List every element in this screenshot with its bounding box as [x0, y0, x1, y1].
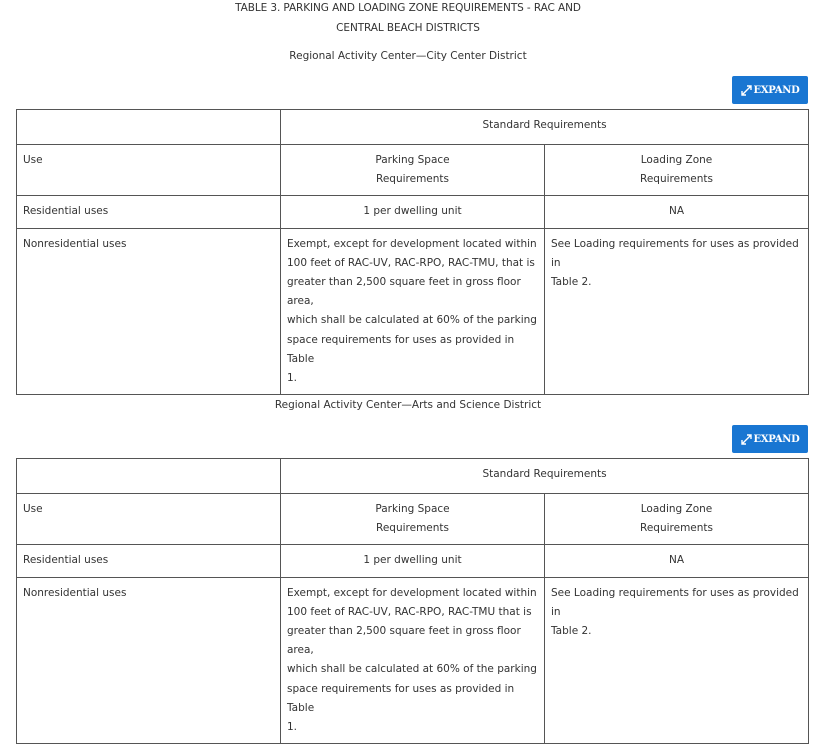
table-column-header-row: Use Parking Space Requirements Loading Z… [16, 492, 810, 546]
table-caption-arts-science: Regional Activity Center—Arts and Scienc… [274, 399, 542, 411]
parking-text-line: greater than 2,500 square feet in gross … [287, 276, 521, 308]
parking-text-line: space requirements for uses as provided … [287, 333, 515, 365]
loading-text-line: See Loading requirements for uses as pro… [551, 586, 799, 618]
loading-text-line: Table 2. [551, 625, 592, 638]
requirements-table-arts-science: Standard Requirements Use Parking Space … [16, 458, 810, 744]
table-row: Nonresidential uses Exempt, except for d… [16, 576, 810, 744]
use-cell: Nonresidential uses [16, 227, 281, 396]
col-loading-header: Loading Zone Requirements [543, 143, 810, 197]
document-page: TABLE 3. PARKING AND LOADING ZONE REQUIR… [0, 0, 816, 744]
table-caption-city-center: Regional Activity Center—City Center Dis… [289, 50, 527, 62]
parking-text-line: greater than 2,500 square feet in gross … [287, 625, 521, 657]
parking-text-line: which shall be calculated at 60% of the … [287, 663, 537, 676]
col-loading-header-line1: Loading Zone [640, 154, 713, 166]
loading-cell: NA [543, 195, 810, 229]
use-cell: Residential uses [16, 195, 281, 229]
col-parking-header-line2: Requirements [376, 173, 449, 186]
col-parking-header-line2: Requirements [376, 522, 449, 535]
parking-text-line: Exempt, except for development located w… [287, 586, 537, 599]
loading-cell: See Loading requirements for uses as pro… [543, 576, 810, 744]
expand-button-label: EXPAND [753, 433, 800, 445]
col-loading-header-line1: Loading Zone [640, 503, 713, 515]
table-header-row: Standard Requirements [16, 109, 810, 145]
col-parking-header: Parking Space Requirements [280, 492, 545, 546]
col-use-header: Use [16, 492, 281, 546]
table-column-header-row: Use Parking Space Requirements Loading Z… [16, 143, 810, 197]
parking-cell: Exempt, except for development located w… [280, 576, 545, 744]
loading-text-line: Table 2. [551, 276, 592, 289]
expand-arrows-icon [740, 433, 752, 445]
parking-text-line: 1. [287, 721, 298, 734]
parking-cell: 1 per dwelling unit [280, 195, 545, 229]
parking-cell: 1 per dwelling unit [280, 544, 545, 578]
group-header-cell: Standard Requirements [279, 458, 810, 494]
requirements-table-city-center: Standard Requirements Use Parking Space … [16, 109, 810, 396]
expand-button-label: EXPAND [753, 84, 800, 96]
expand-arrows-icon [740, 84, 752, 96]
parking-text-line: 100 feet of RAC-UV, RAC-RPO, RAC-TMU tha… [287, 605, 532, 618]
col-loading-header-line2: Requirements [640, 522, 713, 535]
parking-text-line: Exempt, except for development located w… [287, 237, 537, 250]
table-header-row: Standard Requirements [16, 458, 810, 494]
parking-text-line: which shall be calculated at 60% of the … [287, 314, 537, 327]
parking-text-line: 100 feet of RAC-UV, RAC-RPO, RAC-TMU, th… [287, 256, 535, 269]
table-row: Nonresidential uses Exempt, except for d… [16, 227, 810, 396]
table-row: Residential uses 1 per dwelling unit NA [16, 195, 810, 229]
col-parking-header-line1: Parking Space [375, 503, 450, 515]
use-cell: Nonresidential uses [16, 576, 281, 744]
title-line-1: TABLE 3. PARKING AND LOADING ZONE REQUIR… [235, 2, 581, 14]
title-line-2: CENTRAL BEACH DISTRICTS [336, 22, 480, 34]
expand-button-city-center[interactable]: EXPAND [732, 76, 808, 104]
parking-text-line: 1. [287, 372, 298, 385]
document-title: TABLE 3. PARKING AND LOADING ZONE REQUIR… [0, 0, 816, 38]
loading-cell: NA [543, 544, 810, 578]
parking-text-line: space requirements for uses as provided … [287, 682, 515, 714]
header-empty-cell [16, 109, 281, 145]
col-loading-header-line2: Requirements [640, 173, 713, 186]
col-parking-header: Parking Space Requirements [280, 143, 545, 197]
use-cell: Residential uses [16, 544, 281, 578]
col-use-header: Use [16, 143, 281, 197]
parking-cell: Exempt, except for development located w… [280, 227, 545, 396]
group-header-cell: Standard Requirements [279, 109, 810, 145]
table-row: Residential uses 1 per dwelling unit NA [16, 544, 810, 578]
col-parking-header-line1: Parking Space [375, 154, 450, 166]
loading-text-line: See Loading requirements for uses as pro… [551, 237, 799, 269]
loading-cell: See Loading requirements for uses as pro… [543, 227, 810, 396]
col-loading-header: Loading Zone Requirements [543, 492, 810, 546]
expand-button-arts-science[interactable]: EXPAND [732, 425, 808, 453]
header-empty-cell [16, 458, 281, 494]
